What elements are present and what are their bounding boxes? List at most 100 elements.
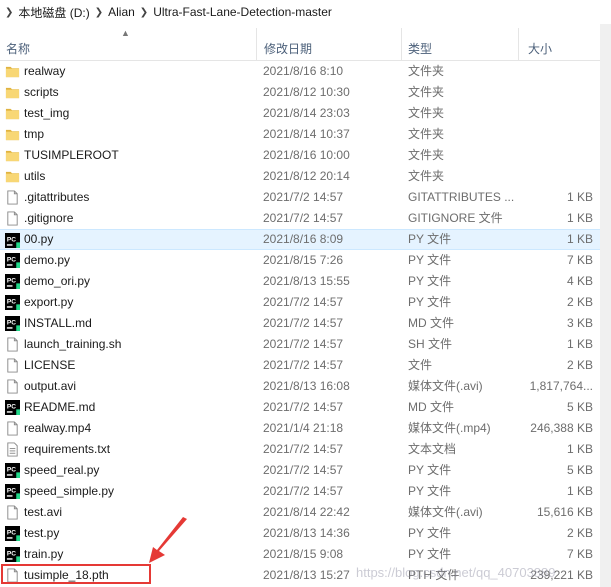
file-row[interactable]: realway.mp4 2021/1/4 21:18 媒体文件(.mp4) 246,3… — [0, 418, 600, 439]
file-date: 2021/8/15 9:08 — [263, 547, 344, 561]
file-date: 2021/8/13 14:36 — [263, 526, 350, 540]
file-row[interactable]: test_img 2021/8/14 23:03 文件夹 — [0, 103, 600, 124]
file-type: 文件夹 — [408, 64, 445, 78]
file-row[interactable]: PC speed_simple.py 2021/7/2 14:57 PY 文件 1 KB — [0, 481, 600, 502]
file-size: 1 KB — [566, 211, 593, 225]
file-row[interactable]: LICENSE 2021/7/2 14:57 文件 2 KB — [0, 355, 600, 376]
file-row[interactable]: PC demo.py 2021/8/15 7:26 PY 文件 7 KB — [0, 250, 600, 271]
pycharm-file-icon: PC — [5, 274, 20, 289]
column-header-size[interactable]: 大小 — [528, 40, 552, 57]
file-type: PY 文件 — [408, 295, 452, 309]
file-row[interactable]: tmp 2021/8/14 10:37 文件夹 — [0, 124, 600, 145]
file-name: train.py — [24, 547, 64, 561]
file-type: MD 文件 — [408, 316, 454, 330]
file-type: 媒体文件(.avi) — [408, 505, 483, 519]
svg-text:PC: PC — [7, 319, 16, 326]
file-row[interactable]: utils 2021/8/12 20:14 文件夹 — [0, 166, 600, 187]
column-header-name[interactable]: 名称 — [6, 40, 30, 57]
file-date: 2021/7/2 14:57 — [263, 358, 344, 372]
file-size: 246,388 KB — [530, 421, 593, 435]
file-type: 文件 — [408, 358, 433, 372]
file-name: .gitattributes — [24, 190, 90, 204]
file-row[interactable]: .gitignore 2021/7/2 14:57 GITIGNORE 文件 1 KB — [0, 208, 600, 229]
file-size: 1 KB — [566, 190, 593, 204]
column-header-type[interactable]: 类型 — [408, 40, 432, 57]
file-date: 2021/8/12 10:30 — [263, 85, 350, 99]
file-type: 文件夹 — [408, 106, 445, 120]
column-divider[interactable] — [401, 28, 402, 60]
file-row[interactable]: realway 2021/8/16 8:10 文件夹 — [0, 61, 600, 82]
file-date: 2021/7/2 14:57 — [263, 484, 344, 498]
svg-text:PC: PC — [7, 298, 16, 305]
file-size: 1 KB — [566, 337, 593, 351]
file-name: test.avi — [24, 505, 63, 519]
vertical-scrollbar[interactable] — [600, 24, 611, 587]
annotation-highlight-box — [1, 564, 151, 584]
file-row[interactable]: output.avi 2021/8/13 16:08 媒体文件(.avi) 1,817… — [0, 376, 600, 397]
breadcrumb-segment-folder[interactable]: Alian — [108, 5, 135, 19]
column-divider[interactable] — [256, 28, 257, 60]
pycharm-file-icon: PC — [5, 484, 20, 499]
file-name: realway.mp4 — [24, 421, 92, 435]
file-type: 文件夹 — [408, 127, 445, 141]
breadcrumb-chevron-icon[interactable]: ❯ — [90, 7, 108, 18]
breadcrumb-segment-drive[interactable]: 本地磁盘 (D:) — [18, 4, 89, 21]
file-date: 2021/8/14 23:03 — [263, 106, 350, 120]
file-row[interactable]: PC train.py 2021/8/15 9:08 PY 文件 7 KB — [0, 544, 600, 565]
file-name: README.md — [24, 400, 96, 414]
file-row[interactable]: PC speed_real.py 2021/7/2 14:57 PY 文件 5 KB — [0, 460, 600, 481]
file-icon — [5, 211, 20, 226]
file-row[interactable]: PC 00.py 2021/8/16 8:09 PY 文件 1 KB — [0, 229, 600, 250]
file-type: 媒体文件(.mp4) — [408, 421, 491, 435]
file-name: LICENSE — [24, 358, 76, 372]
file-name: .gitignore — [24, 211, 74, 225]
file-row[interactable]: TUSIMPLEROOT 2021/8/16 10:00 文件夹 — [0, 145, 600, 166]
text-file-icon — [5, 442, 20, 457]
file-type: GITIGNORE 文件 — [408, 211, 503, 225]
svg-text:PC: PC — [7, 466, 16, 473]
svg-text:PC: PC — [7, 529, 16, 536]
file-row[interactable]: requirements.txt 2021/7/2 14:57 文本文档 1 KB — [0, 439, 600, 460]
file-date: 2021/7/2 14:57 — [263, 295, 344, 309]
file-row[interactable]: PC export.py 2021/7/2 14:57 PY 文件 2 KB — [0, 292, 600, 313]
file-row[interactable]: scripts 2021/8/12 10:30 文件夹 — [0, 82, 600, 103]
pycharm-file-icon: PC — [5, 463, 20, 478]
file-date: 2021/7/2 14:57 — [263, 316, 344, 330]
folder-icon — [5, 106, 20, 121]
breadcrumb-chevron-icon[interactable]: ❯ — [135, 7, 153, 18]
file-date: 2021/8/12 20:14 — [263, 169, 350, 183]
file-name: demo.py — [24, 253, 71, 267]
watermark: https://blog.csdn.net/qq_40703889 — [356, 565, 556, 580]
column-header-date[interactable]: 修改日期 — [264, 40, 312, 57]
svg-text:PC: PC — [7, 236, 16, 243]
file-type: PY 文件 — [408, 547, 452, 561]
breadcrumb-segment-current[interactable]: Ultra-Fast-Lane-Detection-master — [153, 5, 332, 19]
file-row[interactable]: test.avi 2021/8/14 22:42 媒体文件(.avi) 15,616 … — [0, 502, 600, 523]
file-name: INSTALL.md — [24, 316, 92, 330]
file-row[interactable]: PC README.md 2021/7/2 14:57 MD 文件 5 KB — [0, 397, 600, 418]
address-breadcrumb[interactable]: ❯ 本地磁盘 (D:) ❯ Alian ❯ Ultra-Fast-Lane-De… — [0, 0, 611, 24]
file-row[interactable]: PC INSTALL.md 2021/7/2 14:57 MD 文件 3 KB — [0, 313, 600, 334]
file-date: 2021/7/2 14:57 — [263, 442, 344, 456]
column-divider[interactable] — [518, 28, 519, 60]
file-name: output.avi — [24, 379, 77, 393]
breadcrumb-chevron-icon[interactable]: ❯ — [0, 7, 18, 18]
file-row[interactable]: .gitattributes 2021/7/2 14:57 GITATTRIBUTE… — [0, 187, 600, 208]
file-size: 1 KB — [566, 484, 593, 498]
file-size: 2 KB — [566, 526, 593, 540]
file-name: test.py — [24, 526, 60, 540]
file-size: 5 KB — [566, 400, 593, 414]
file-size: 15,616 KB — [536, 505, 593, 519]
folder-icon — [5, 169, 20, 184]
file-name: TUSIMPLEROOT — [24, 148, 119, 162]
svg-text:PC: PC — [7, 256, 16, 263]
pycharm-file-icon: PC — [5, 253, 20, 268]
file-icon — [5, 505, 20, 520]
file-name: export.py — [24, 295, 74, 309]
file-row[interactable]: launch_training.sh 2021/7/2 14:57 SH 文件 1 K… — [0, 334, 600, 355]
folder-icon — [5, 127, 20, 142]
file-row[interactable]: PC demo_ori.py 2021/8/13 15:55 PY 文件 4 KB — [0, 271, 600, 292]
file-size — [523, 82, 593, 103]
file-row[interactable]: PC test.py 2021/8/13 14:36 PY 文件 2 KB — [0, 523, 600, 544]
file-size: 2 KB — [566, 358, 593, 372]
